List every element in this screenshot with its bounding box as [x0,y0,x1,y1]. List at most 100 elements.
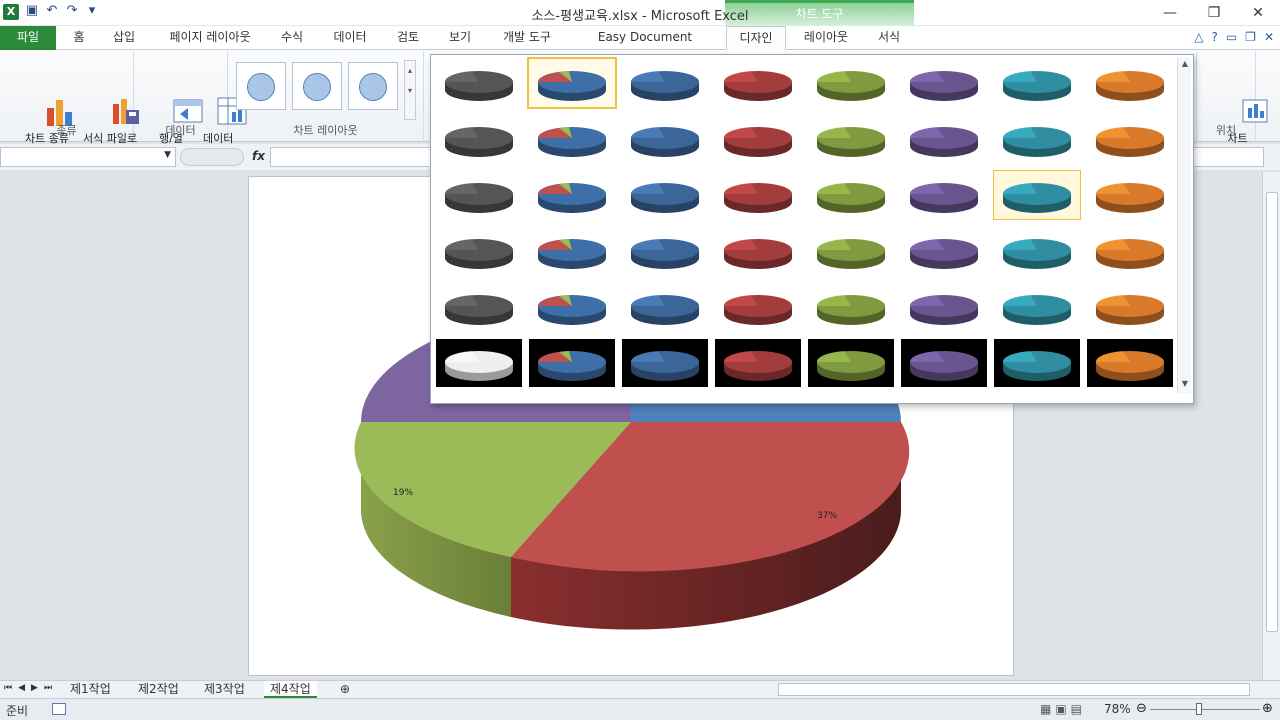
horizontal-scrollbar[interactable] [758,683,1258,697]
chart-style-purple-4[interactable] [901,227,987,275]
chart-style-gray-2[interactable] [436,115,522,163]
chart-style-green-6[interactable] [808,339,894,387]
redo-icon[interactable]: ↷ [64,3,80,18]
customize-qat-icon[interactable]: ▾ [84,3,100,18]
chart-style-blue-2[interactable] [622,115,708,163]
minimize-icon[interactable]: — [1148,0,1192,26]
chart-layout-thumb-3[interactable] [348,62,398,110]
chart-style-gray-5[interactable] [436,283,522,331]
chart-style-green-5[interactable] [808,283,894,331]
layout-gallery-scroll[interactable]: ▴ ▾ [404,60,416,120]
doc-minimize-icon[interactable]: ▭ [1226,30,1237,44]
zoom-slider-thumb[interactable] [1196,703,1202,715]
chart-layout-thumb-1[interactable] [236,62,286,110]
chart-layout-thumb-2[interactable] [292,62,342,110]
sheet-tab-2[interactable]: 제2작업 [132,681,185,698]
sheet-tab-3[interactable]: 제3작업 [198,681,251,698]
tab-page-layout[interactable]: 페이지 레이아웃 [160,26,260,50]
chart-style-multi-6[interactable] [529,339,615,387]
save-icon[interactable]: ▣ [24,3,40,18]
chart-style-purple-2[interactable] [901,115,987,163]
chart-style-orange-6[interactable] [1087,339,1173,387]
chart-style-red-1[interactable] [715,59,801,107]
chevron-down-icon[interactable]: ▼ [164,150,171,160]
chart-style-teal-3[interactable] [993,170,1081,220]
tab-layout[interactable]: 레이아웃 [796,26,856,50]
zoom-slider[interactable] [1150,709,1260,710]
tab-format[interactable]: 서식 [868,26,910,50]
chart-style-multi-4[interactable] [529,227,615,275]
chevron-up-icon[interactable]: ▲ [1179,59,1191,71]
chart-style-blue-5[interactable] [622,283,708,331]
doc-restore-icon[interactable]: ❐ [1245,30,1256,44]
tab-easy-document-creator[interactable]: Easy Document Creator [574,26,716,67]
gallery-scrollbar[interactable]: ▲ ▼ [1177,57,1191,393]
sheet-nav-arrows[interactable]: ⏮◀▶⏭ [4,683,58,693]
chart-style-multi-3[interactable] [529,171,615,219]
chart-style-gray-6[interactable] [436,339,522,387]
chart-style-orange-3[interactable] [1087,171,1173,219]
insert-sheet-icon[interactable]: ⊕ [334,681,356,698]
chart-style-multi-5[interactable] [529,283,615,331]
chart-style-multi-1[interactable] [527,57,617,109]
chart-style-blue-3[interactable] [622,171,708,219]
chart-style-teal-2[interactable] [994,115,1080,163]
tab-home[interactable]: 홈 [68,26,90,50]
zoom-level[interactable]: 78% [1104,702,1131,716]
chart-style-green-3[interactable] [808,171,894,219]
view-buttons[interactable]: ▦▣▤ [1040,702,1086,716]
chart-style-orange-2[interactable] [1087,115,1173,163]
name-box[interactable]: ▼ [0,147,176,167]
chart-style-gray-4[interactable] [436,227,522,275]
chart-style-red-5[interactable] [715,283,801,331]
sheet-tab-4[interactable]: 제4작업 [264,681,317,698]
tab-data[interactable]: 데이터 [326,26,374,50]
chart-style-purple-3[interactable] [901,171,987,219]
chart-style-green-1[interactable] [808,59,894,107]
chart-style-orange-4[interactable] [1087,227,1173,275]
doc-close-icon[interactable]: ✕ [1264,30,1274,44]
chart-style-blue-1[interactable] [622,59,708,107]
chart-style-red-3[interactable] [715,171,801,219]
chart-style-orange-5[interactable] [1087,283,1173,331]
chart-style-teal-6[interactable] [994,339,1080,387]
chart-style-gray-3[interactable] [436,171,522,219]
chevron-down-icon[interactable]: ▼ [1179,379,1191,391]
tab-insert[interactable]: 삽입 [104,26,144,50]
undo-icon[interactable]: ↶ [44,3,60,18]
chart-style-green-4[interactable] [808,227,894,275]
chart-style-red-2[interactable] [715,115,801,163]
help-icon[interactable]: ? [1211,30,1217,44]
zoom-out-icon[interactable]: ⊖ [1136,701,1147,716]
chart-style-red-4[interactable] [715,227,801,275]
chart-style-red-6[interactable] [715,339,801,387]
macro-record-icon[interactable] [52,703,66,715]
insert-function-icon[interactable]: fx [252,149,265,163]
tab-file[interactable]: 파일 [0,26,56,50]
zoom-in-icon[interactable]: ⊕ [1262,701,1273,716]
chart-style-blue-4[interactable] [622,227,708,275]
vertical-scroll-thumb[interactable] [1266,192,1278,632]
tab-review[interactable]: 검토 [390,26,426,50]
tab-formulas[interactable]: 수식 [274,26,310,50]
chart-style-teal-5[interactable] [994,283,1080,331]
chart-style-blue-6[interactable] [622,339,708,387]
chart-style-gray-1[interactable] [436,59,522,107]
close-icon[interactable]: ✕ [1236,0,1280,26]
restore-icon[interactable]: ❐ [1192,0,1236,26]
chart-style-multi-2[interactable] [529,115,615,163]
collapse-ribbon-icon[interactable]: △ [1194,30,1203,44]
chart-style-teal-1[interactable] [994,59,1080,107]
chart-style-teal-4[interactable] [994,227,1080,275]
sheet-tab-1[interactable]: 제1작업 [64,681,117,698]
chart-style-green-2[interactable] [808,115,894,163]
vertical-scrollbar[interactable] [1262,172,1280,680]
chart-style-purple-1[interactable] [901,59,987,107]
chart-style-purple-5[interactable] [901,283,987,331]
tab-developer[interactable]: 개발 도구 [494,26,560,50]
tab-design[interactable]: 디자인 [726,26,786,50]
horizontal-scroll-thumb[interactable] [778,683,1250,696]
chart-style-purple-6[interactable] [901,339,987,387]
excel-logo-icon[interactable]: X [3,4,19,20]
chart-style-orange-1[interactable] [1087,59,1173,107]
